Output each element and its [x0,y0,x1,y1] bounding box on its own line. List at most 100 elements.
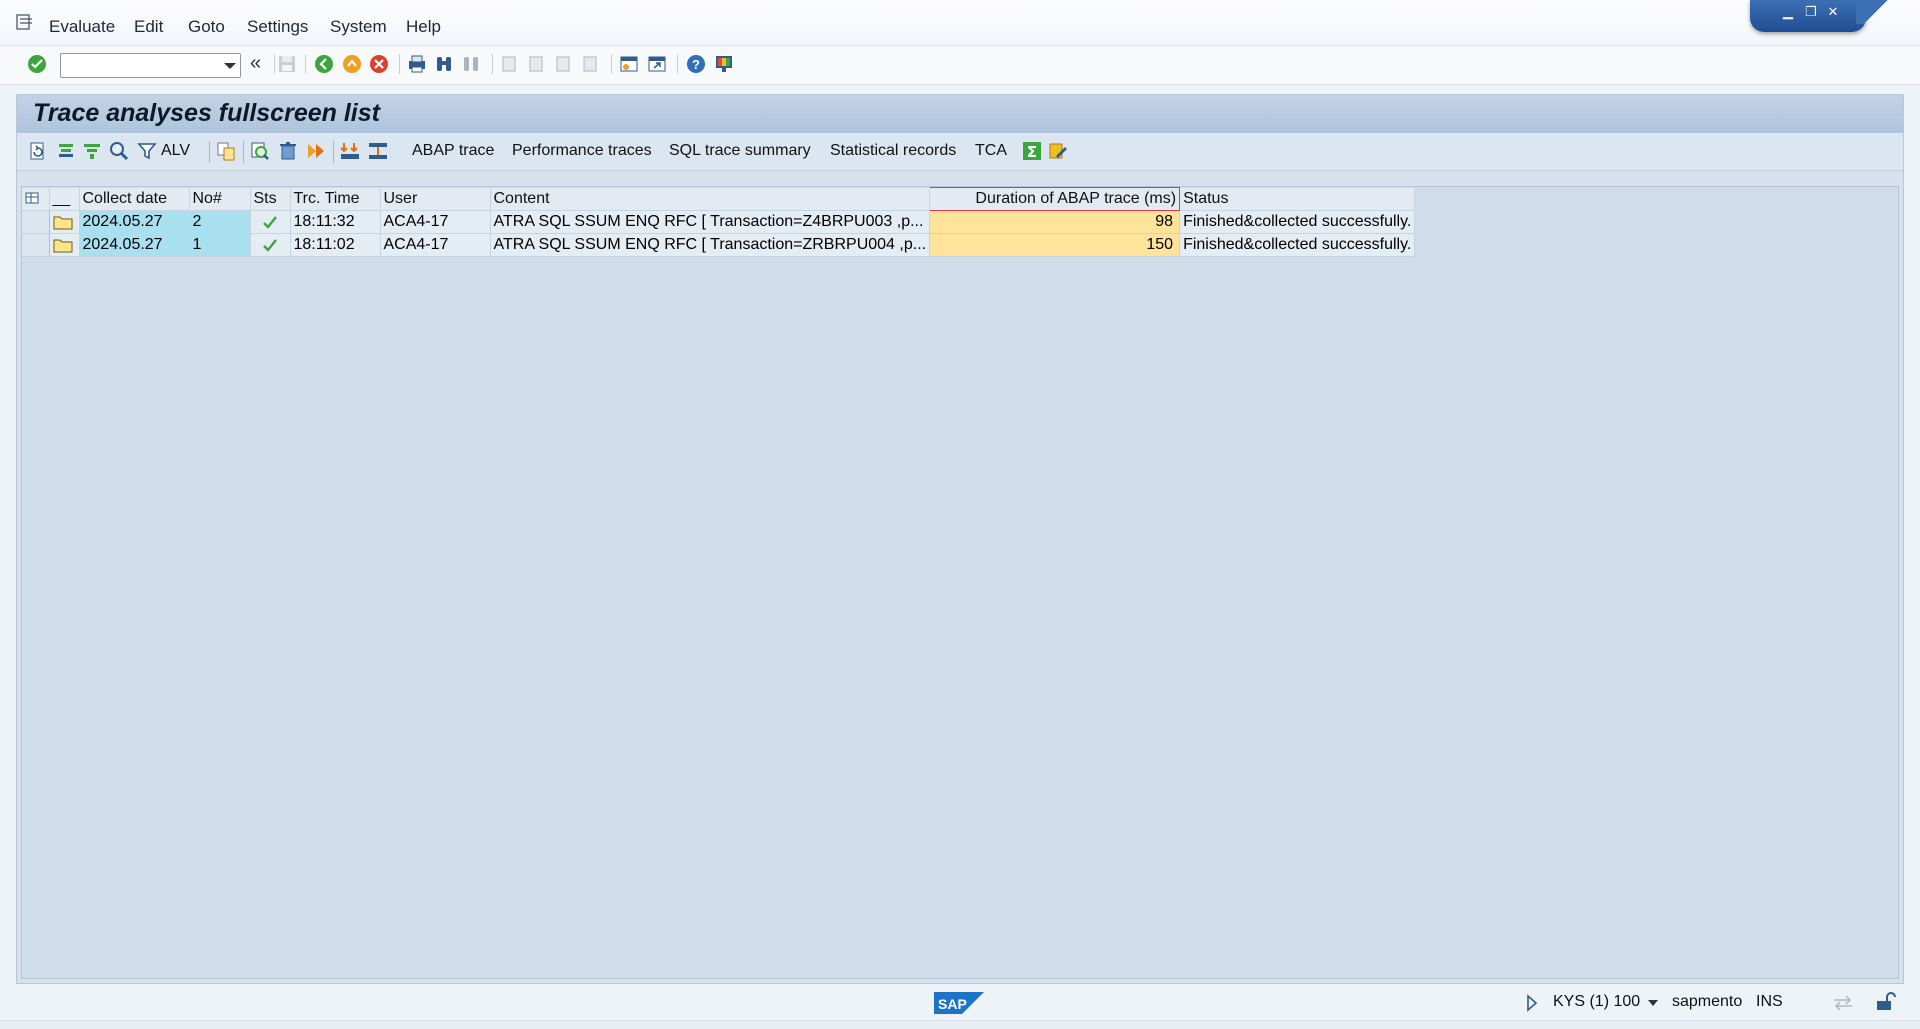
column-header-folder[interactable]: __ [49,187,80,211]
folder-icon[interactable] [53,214,73,230]
execute-icon[interactable] [305,140,327,162]
table-row[interactable]: 2024.05.27 2 18:11:32 ACA4-17 ATRA SQL S… [22,210,1416,234]
minimize-icon[interactable]: ▁ [1778,3,1798,21]
restore-icon[interactable]: ❐ [1801,3,1821,21]
table-header-row: __ Collect date No# Sts Trc. Time User C… [22,187,1416,211]
statistical-records-button[interactable]: Statistical records [830,142,956,160]
no-cell[interactable]: 2 [189,210,251,234]
find-next-icon[interactable] [460,53,482,75]
close-icon[interactable]: ✕ [1823,3,1843,21]
abap-trace-button[interactable]: ABAP trace [412,142,494,160]
row-selector[interactable] [22,233,50,257]
sql-trace-summary-button[interactable]: SQL trace summary [669,142,811,160]
menu-edit[interactable]: Edit [134,17,163,37]
input-mode[interactable]: INS [1756,993,1783,1011]
menu-evaluate[interactable]: Evaluate [49,17,115,37]
play-icon[interactable] [1526,994,1538,1012]
find-icon[interactable] [433,53,455,75]
chevron-down-icon[interactable] [224,63,236,69]
column-header-trc-time[interactable]: Trc. Time [290,187,381,211]
refresh-icon[interactable] [27,140,49,162]
menu-icon[interactable] [16,14,34,30]
system-info[interactable]: KYS (1) 100 [1553,993,1640,1011]
server-name: sapmento [1672,993,1743,1010]
column-header-sts[interactable]: Sts [250,187,291,211]
column-header-collect-date[interactable]: Collect date [79,187,190,211]
table-row[interactable]: 2024.05.27 1 18:11:02 ACA4-17 ATRA SQL S… [22,233,1416,257]
separator [274,54,275,74]
customize-layout-icon[interactable] [713,53,735,75]
trc-time-cell[interactable]: 18:11:02 [290,233,381,257]
enter-icon[interactable] [26,53,48,75]
duration-cell[interactable]: 98 [929,210,1181,234]
user-cell[interactable]: ACA4-17 [380,233,491,257]
menu-help[interactable]: Help [406,17,441,37]
back-icon[interactable] [313,53,335,75]
sort-ascending-icon[interactable] [55,140,77,162]
collect-icon[interactable] [339,140,361,162]
collapse-left-icon[interactable]: « [250,53,272,75]
separator [305,54,306,74]
copy-icon[interactable] [215,140,237,162]
svg-text:SAP: SAP [938,996,967,1012]
shortcut-icon[interactable] [646,53,668,75]
sts-cell [250,210,291,234]
filter-icon[interactable] [136,140,158,162]
duration-cell[interactable]: 150 [929,233,1181,257]
command-field[interactable] [60,53,241,78]
user-cell[interactable]: ACA4-17 [380,210,491,234]
folder-cell[interactable] [49,233,80,257]
cancel-icon[interactable] [368,53,390,75]
previous-page-icon[interactable] [525,53,547,75]
folder-icon[interactable] [53,237,73,253]
first-page-icon[interactable] [498,53,520,75]
create-session-icon[interactable] [618,53,640,75]
separator [333,141,334,163]
print-icon[interactable] [406,53,428,75]
main-panel: Trace analyses fullscreen list ALV ABAP … [16,94,1904,984]
last-page-icon[interactable] [579,53,601,75]
help-icon[interactable]: ? [685,53,707,75]
menu-system[interactable]: System [330,17,387,37]
edit-icon[interactable] [1047,140,1069,162]
save-icon[interactable] [276,53,298,75]
separator [611,54,612,74]
title-bar: Trace analyses fullscreen list [17,95,1903,133]
tca-button[interactable]: TCA [975,142,1007,160]
filter-green-icon[interactable] [81,140,103,162]
row-selector[interactable] [22,210,50,234]
select-all-header[interactable] [22,187,50,211]
next-page-icon[interactable] [552,53,574,75]
layout-icon[interactable] [25,192,41,206]
collect-date-cell[interactable]: 2024.05.27 [79,233,190,257]
application-toolbar: ALV ABAP trace Performance traces SQL tr… [17,133,1903,171]
exit-icon[interactable] [341,53,363,75]
no-cell[interactable]: 1 [189,233,251,257]
trc-time-cell[interactable]: 18:11:32 [290,210,381,234]
column-header-user[interactable]: User [380,187,491,211]
sum-icon[interactable]: Σ [1021,140,1043,162]
system-dropdown-icon[interactable] [1648,1000,1658,1006]
separator [243,141,244,163]
status-cell[interactable]: Finished&collected successfully. [1179,233,1416,257]
menu-settings[interactable]: Settings [247,17,308,37]
column-header-status[interactable]: Status [1179,187,1416,211]
delete-icon[interactable] [277,140,299,162]
menu-goto[interactable]: Goto [188,17,225,37]
performance-traces-button[interactable]: Performance traces [512,142,652,160]
transfer-icon[interactable] [1832,994,1854,1012]
separator [399,54,400,74]
column-header-content[interactable]: Content [490,187,931,211]
status-cell[interactable]: Finished&collected successfully. [1179,210,1416,234]
details-icon[interactable] [108,140,130,162]
content-cell[interactable]: ATRA SQL SSUM ENQ RFC [ Transaction=ZRBR… [490,233,931,257]
folder-cell[interactable] [49,210,80,234]
column-header-no[interactable]: No# [189,187,251,211]
column-header-duration[interactable]: Duration of ABAP trace (ms) [929,187,1181,211]
content-cell[interactable]: ATRA SQL SSUM ENQ RFC [ Transaction=Z4BR… [490,210,931,234]
analyze-icon[interactable] [249,140,271,162]
collect-date-cell[interactable]: 2024.05.27 [79,210,190,234]
merge-icon[interactable] [367,140,389,162]
alv-button[interactable]: ALV [161,142,190,160]
lock-icon[interactable] [1874,992,1896,1012]
